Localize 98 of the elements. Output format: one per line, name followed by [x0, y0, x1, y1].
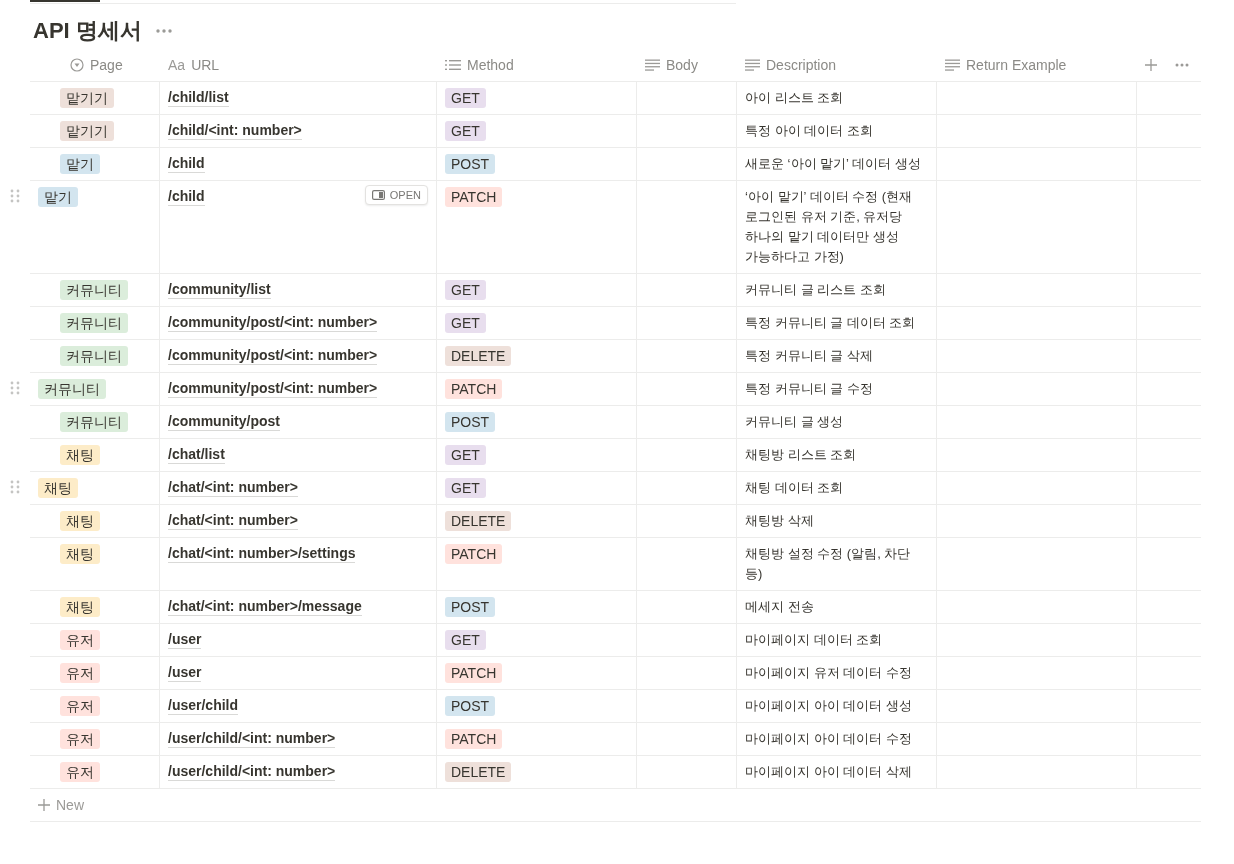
description-text: ‘아이 맡기’ 데이터 수정 (현재 로그인된 유저 기준, 유저당 하나의 맡기 데이터만 생성 가능하다고 가정) [745, 189, 913, 264]
page-tag: 채팅 [60, 445, 100, 465]
description-text: 마이페이지 아이 데이터 수정 [745, 731, 912, 746]
page-tag: 유저 [60, 630, 100, 650]
add-icon[interactable] [1145, 58, 1157, 71]
url-text[interactable]: /chat/list [168, 445, 225, 464]
drag-handle-icon[interactable] [10, 381, 20, 395]
side-panel-icon [371, 190, 385, 200]
open-button[interactable]: OPEN [364, 185, 428, 205]
method-tag: GET [445, 121, 486, 141]
description-text: 메세지 전송 [745, 599, 814, 614]
method-tag: PATCH [445, 729, 503, 749]
url-text[interactable]: /community/post/<int: number> [168, 379, 378, 398]
url-text[interactable]: /child [168, 187, 205, 206]
method-tag: DELETE [445, 762, 512, 782]
page-tag: 맡기 [60, 154, 100, 174]
url-text[interactable]: /user/child/<int: number> [168, 729, 336, 748]
column-header[interactable]: Return Example [966, 56, 1067, 73]
text-lines-icon [745, 58, 760, 71]
description-text: 마이페이지 유저 데이터 수정 [745, 665, 912, 680]
description-text: 마이페이지 아이 데이터 생성 [745, 698, 912, 713]
description-text: 특정 커뮤니티 글 데이터 조회 [745, 315, 916, 330]
page-tag: 커뮤니티 [38, 379, 106, 399]
list-icon [445, 58, 461, 71]
method-tag: POST [445, 696, 496, 716]
description-text: 특정 커뮤니티 글 수정 [745, 381, 873, 396]
description-text: 특정 커뮤니티 글 삭제 [745, 348, 873, 363]
method-tag: POST [445, 154, 496, 174]
dropdown-circle-icon [70, 57, 84, 72]
page-tag: 유저 [60, 696, 100, 716]
text-type-icon: Aa [168, 56, 186, 73]
page-tag: 커뮤니티 [60, 313, 128, 333]
view-tab-indicator[interactable] [30, 0, 100, 2]
method-tag: GET [445, 445, 486, 465]
page-tag: 채팅 [60, 597, 100, 617]
page-tag: 채팅 [60, 544, 100, 564]
description-text: 채팅 데이터 조회 [745, 480, 844, 495]
description-text: 새로운 ‘아이 맡기’ 데이터 생성 [745, 156, 921, 171]
method-tag: GET [445, 630, 486, 650]
drag-handle-icon[interactable] [10, 480, 20, 494]
column-header[interactable]: Body [666, 56, 698, 73]
url-text[interactable]: /chat/<int: number> [168, 511, 298, 530]
description-text: 특정 아이 데이터 조회 [745, 123, 873, 138]
url-text[interactable]: /community/post [168, 412, 280, 431]
method-tag: DELETE [445, 346, 512, 366]
description-text: 채팅방 리스트 조회 [745, 447, 857, 462]
page-tag: 유저 [60, 663, 100, 683]
more-icon[interactable] [155, 29, 172, 33]
page-tag: 채팅 [38, 478, 78, 498]
page-tag: 유저 [60, 729, 100, 749]
page-tag: 커뮤니티 [60, 412, 128, 432]
text-lines-icon [945, 58, 960, 71]
page-tag: 커뮤니티 [60, 346, 128, 366]
description-text: 채팅방 설정 수정 (알림, 차단 등) [745, 546, 911, 581]
description-text: 마이페이지 아이 데이터 삭제 [745, 764, 912, 779]
url-text[interactable]: /chat/<int: number> [168, 478, 298, 497]
description-text: 커뮤니티 글 리스트 조회 [745, 282, 886, 297]
url-text[interactable]: /chat/<int: number>/message [168, 597, 362, 616]
url-text[interactable]: /user [168, 630, 202, 649]
column-header[interactable]: Description [766, 56, 837, 73]
database-title: API 명세서 [33, 17, 142, 45]
url-text[interactable]: /child [168, 154, 205, 173]
more-icon[interactable] [1175, 62, 1189, 67]
method-tag: POST [445, 597, 496, 617]
method-tag: PATCH [445, 544, 503, 564]
drag-handle-icon[interactable] [10, 189, 20, 203]
method-tag: POST [445, 412, 496, 432]
page-tag: 맡기 [38, 187, 78, 207]
page-tag: 채팅 [60, 511, 100, 531]
method-tag: PATCH [445, 379, 503, 399]
url-text[interactable]: /community/list [168, 280, 271, 299]
page-tag: 유저 [60, 762, 100, 782]
description-text: 커뮤니티 글 생성 [745, 414, 844, 429]
url-text[interactable]: /user [168, 663, 202, 682]
page-tag: 맡기기 [60, 88, 114, 108]
description-text: 마이페이지 데이터 조회 [745, 632, 883, 647]
url-text[interactable]: /community/post/<int: number> [168, 313, 378, 332]
column-header[interactable]: Page [90, 56, 123, 73]
add-icon [38, 799, 50, 811]
method-tag: PATCH [445, 187, 503, 207]
text-lines-icon [645, 58, 660, 71]
url-text[interactable]: /user/child [168, 696, 239, 715]
url-text[interactable]: /child/list [168, 88, 229, 107]
url-text[interactable]: /community/post/<int: number> [168, 346, 378, 365]
url-text[interactable]: /child/<int: number> [168, 121, 302, 140]
method-tag: DELETE [445, 511, 512, 531]
method-tag: GET [445, 313, 486, 333]
page-tag: 맡기기 [60, 121, 114, 141]
url-text[interactable]: /user/child/<int: number> [168, 762, 336, 781]
page-tag: 커뮤니티 [60, 280, 128, 300]
description-text: 아이 리스트 조회 [745, 90, 844, 105]
method-tag: GET [445, 280, 486, 300]
description-text: 채팅방 삭제 [745, 513, 814, 528]
method-tag: GET [445, 88, 486, 108]
method-tag: GET [445, 478, 486, 498]
method-tag: PATCH [445, 663, 503, 683]
url-text[interactable]: /chat/<int: number>/settings [168, 544, 356, 563]
column-header[interactable]: Method [467, 56, 514, 73]
